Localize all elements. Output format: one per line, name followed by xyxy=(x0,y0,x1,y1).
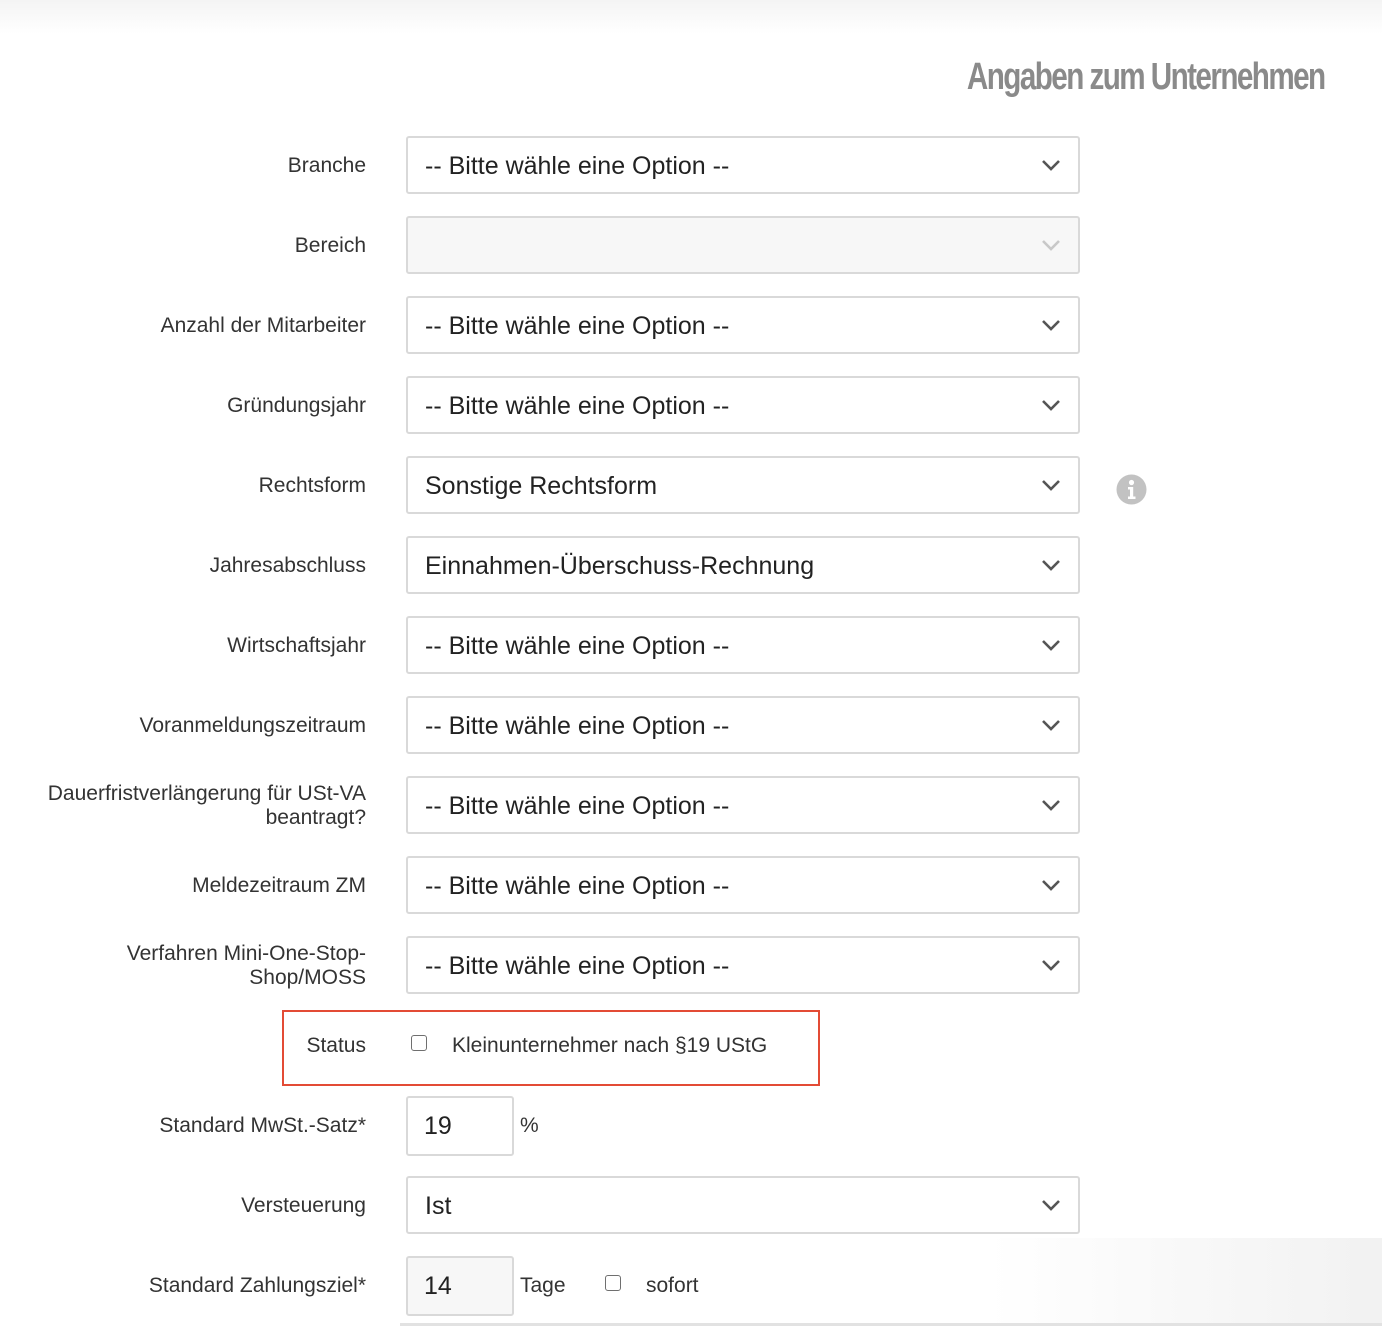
zahlungsziel-input[interactable] xyxy=(424,1272,504,1301)
rechtsform-label: Rechtsform xyxy=(258,474,366,497)
dauerfrist-label: Dauerfristverlängerung für USt-VA beantr… xyxy=(6,782,366,830)
chevron-down-icon xyxy=(1042,400,1060,411)
versteuerung-label: Versteuerung xyxy=(241,1194,366,1217)
chevron-down-icon xyxy=(1042,800,1060,811)
mitarbeiter-select[interactable]: -- Bitte wähle eine Option -- xyxy=(406,296,1080,354)
wirtschaftsjahr-select[interactable]: -- Bitte wähle eine Option -- xyxy=(406,616,1080,674)
info-icon[interactable] xyxy=(1116,474,1147,505)
jahresabschluss-select[interactable]: Einnahmen-Überschuss-Rechnung xyxy=(406,536,1080,594)
chevron-down-icon xyxy=(1042,240,1060,251)
chevron-down-icon xyxy=(1042,1200,1060,1211)
mwst-label: Standard MwSt.-Satz* xyxy=(159,1114,366,1137)
sofort-label[interactable]: sofort xyxy=(646,1274,699,1298)
versteuerung-value: Ist xyxy=(425,1192,452,1220)
moss-value: -- Bitte wähle eine Option -- xyxy=(425,952,730,980)
moss-select[interactable]: -- Bitte wähle eine Option -- xyxy=(406,936,1080,994)
chevron-down-icon xyxy=(1042,160,1060,171)
chevron-down-icon xyxy=(1042,560,1060,571)
status-label: Status xyxy=(306,1034,366,1057)
mwst-input[interactable] xyxy=(424,1112,504,1141)
voranmeldungszeitraum-label: Voranmeldungszeitraum xyxy=(139,714,366,737)
chevron-down-icon xyxy=(1042,320,1060,331)
chevron-down-icon xyxy=(1042,640,1060,651)
branche-select[interactable]: -- Bitte wähle eine Option -- xyxy=(406,136,1080,194)
zahlungsziel-label: Standard Zahlungsziel* xyxy=(148,1274,366,1297)
mwst-input-box[interactable] xyxy=(406,1096,514,1156)
kleinunternehmer-label[interactable]: Kleinunternehmer nach §19 UStG xyxy=(452,1034,767,1058)
voranmeldungszeitraum-value: -- Bitte wähle eine Option -- xyxy=(425,712,730,740)
gruendungsjahr-value: -- Bitte wähle eine Option -- xyxy=(425,392,730,420)
moss-label: Verfahren Mini-One-Stop- Shop/MOSS xyxy=(6,942,366,990)
chevron-down-icon xyxy=(1042,880,1060,891)
chevron-down-icon xyxy=(1042,480,1060,491)
bereich-label: Bereich xyxy=(294,234,366,257)
dauerfrist-label-line1: Dauerfristverlängerung für USt-VA xyxy=(47,782,366,805)
meldezeitraum-zm-select[interactable]: -- Bitte wähle eine Option -- xyxy=(406,856,1080,914)
jahresabschluss-value: Einnahmen-Überschuss-Rechnung xyxy=(425,552,815,580)
kleinunternehmer-checkbox[interactable] xyxy=(411,1035,427,1051)
zahlungsziel-unit: Tage xyxy=(520,1274,566,1297)
page-title: Angaben zum Unternehmen xyxy=(967,56,1326,98)
jahresabschluss-label: Jahresabschluss xyxy=(209,554,366,577)
dauerfrist-select[interactable]: -- Bitte wähle eine Option -- xyxy=(406,776,1080,834)
bereich-select xyxy=(406,216,1080,274)
branche-label: Branche xyxy=(287,154,366,177)
top-shade xyxy=(0,0,1382,34)
voranmeldungszeitraum-select[interactable]: -- Bitte wähle eine Option -- xyxy=(406,696,1080,754)
sofort-checkbox[interactable] xyxy=(605,1275,621,1291)
rechtsform-value: Sonstige Rechtsform xyxy=(425,472,658,500)
mwst-unit: % xyxy=(520,1114,539,1137)
meldezeitraum-zm-label: Meldezeitraum ZM xyxy=(192,874,366,897)
dauerfrist-label-line2: beantragt? xyxy=(265,806,366,829)
versteuerung-select[interactable]: Ist xyxy=(406,1176,1080,1234)
chevron-down-icon xyxy=(1042,960,1060,971)
wirtschaftsjahr-value: -- Bitte wähle eine Option -- xyxy=(425,632,730,660)
wirtschaftsjahr-label: Wirtschaftsjahr xyxy=(227,634,366,657)
mitarbeiter-value: -- Bitte wähle eine Option -- xyxy=(425,312,730,340)
zahlungsziel-input-box[interactable] xyxy=(406,1256,514,1316)
meldezeitraum-zm-value: -- Bitte wähle eine Option -- xyxy=(425,872,730,900)
branche-value: -- Bitte wähle eine Option -- xyxy=(425,152,730,180)
gruendungsjahr-label: Gründungsjahr xyxy=(227,394,366,417)
moss-label-line2: Shop/MOSS xyxy=(249,966,366,989)
moss-label-line1: Verfahren Mini-One-Stop- xyxy=(126,942,366,965)
chevron-down-icon xyxy=(1042,720,1060,731)
mitarbeiter-label: Anzahl der Mitarbeiter xyxy=(160,314,366,337)
rechtsform-select[interactable]: Sonstige Rechtsform xyxy=(406,456,1080,514)
dauerfrist-value: -- Bitte wähle eine Option -- xyxy=(425,792,730,820)
gruendungsjahr-select[interactable]: -- Bitte wähle eine Option -- xyxy=(406,376,1080,434)
